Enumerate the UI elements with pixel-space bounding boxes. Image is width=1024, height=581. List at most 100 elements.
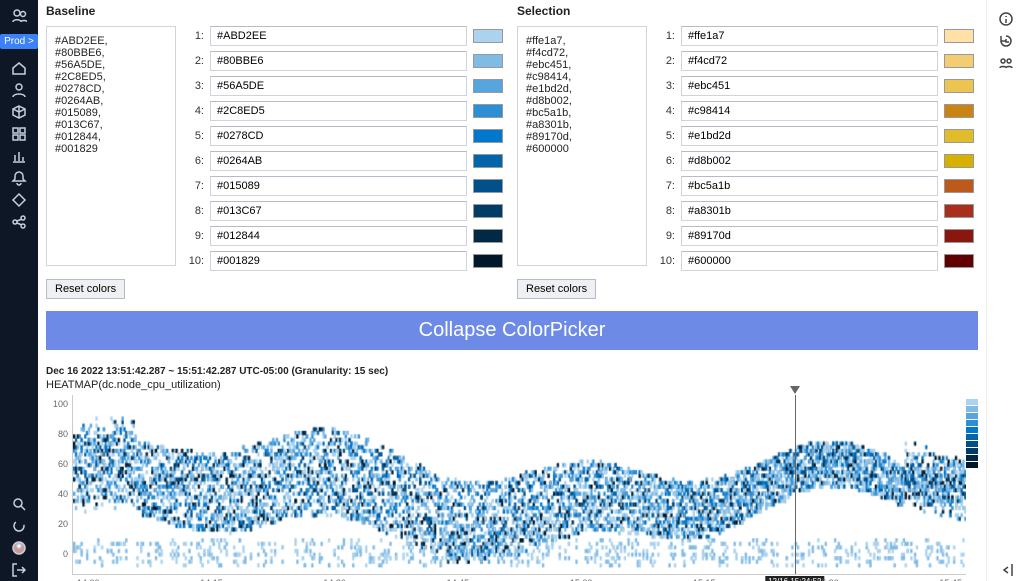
selection-text-list[interactable]: #ffe1a7, #f4cd72, #ebc451, #c98414, #e1b… [517, 26, 647, 266]
selection-color-swatch-3[interactable] [944, 79, 974, 93]
color-row-index: 9: [186, 230, 204, 242]
baseline-text-list[interactable]: #ABD2EE, #80BBE6, #56A5DE, #2C8ED5, #027… [46, 26, 176, 266]
selection-color-swatch-8[interactable] [944, 204, 974, 218]
baseline-color-swatch-6[interactable] [473, 154, 503, 168]
heatmap-canvas [73, 395, 966, 574]
users-icon[interactable] [995, 52, 1017, 74]
selection-color-row: 3: [657, 76, 978, 96]
selection-color-input-6[interactable] [681, 151, 938, 171]
selection-color-input-9[interactable] [681, 226, 938, 246]
heatmap-chart[interactable]: 100806040200 12/16 15:24:52 14:0014:1514… [46, 395, 978, 575]
color-row-index: 2: [657, 55, 675, 67]
chart-title: HEATMAP(dc.node_cpu_utilization) [46, 379, 978, 391]
home-icon[interactable] [8, 57, 30, 79]
heatmap-legend [966, 395, 978, 575]
baseline-color-swatch-10[interactable] [473, 254, 503, 268]
selection-color-row: 2: [657, 51, 978, 71]
collapse-right-icon[interactable] [995, 559, 1017, 581]
selection-color-input-4[interactable] [681, 101, 938, 121]
selection-color-swatch-5[interactable] [944, 129, 974, 143]
baseline-color-row: 3: [186, 76, 507, 96]
diamond-icon[interactable] [8, 189, 30, 211]
color-row-index: 6: [657, 155, 675, 167]
selection-color-swatch-9[interactable] [944, 229, 974, 243]
info-icon[interactable] [995, 8, 1017, 30]
selection-color-input-8[interactable] [681, 201, 938, 221]
baseline-color-row: 2: [186, 51, 507, 71]
chart-cursor[interactable] [795, 395, 796, 574]
selection-color-row: 7: [657, 176, 978, 196]
user-icon[interactable] [8, 79, 30, 101]
selection-color-swatch-2[interactable] [944, 54, 974, 68]
selection-color-swatch-1[interactable] [944, 29, 974, 43]
color-row-index: 10: [186, 255, 204, 267]
selection-color-row: 4: [657, 101, 978, 121]
selection-color-input-2[interactable] [681, 51, 938, 71]
baseline-color-swatch-1[interactable] [473, 29, 503, 43]
baseline-color-input-2[interactable] [210, 51, 467, 71]
selection-color-input-10[interactable] [681, 251, 938, 271]
logout-icon[interactable] [8, 559, 30, 581]
color-row-index: 4: [186, 105, 204, 117]
baseline-color-swatch-7[interactable] [473, 179, 503, 193]
reset-colors-selection-button[interactable]: Reset colors [517, 279, 596, 299]
color-row-index: 3: [657, 80, 675, 92]
baseline-color-input-5[interactable] [210, 126, 467, 146]
color-row-index: 4: [657, 105, 675, 117]
selection-color-row: 1: [657, 26, 978, 46]
color-row-index: 10: [657, 255, 675, 267]
chart-icon[interactable] [8, 145, 30, 167]
baseline-color-swatch-5[interactable] [473, 129, 503, 143]
baseline-color-swatch-8[interactable] [473, 204, 503, 218]
env-badge[interactable]: Prod > [0, 34, 38, 49]
baseline-color-input-8[interactable] [210, 201, 467, 221]
baseline-column: Baseline #ABD2EE, #80BBE6, #56A5DE, #2C8… [46, 0, 507, 299]
spinner-icon[interactable] [8, 515, 30, 537]
team-icon[interactable] [8, 4, 30, 26]
baseline-color-swatch-3[interactable] [473, 79, 503, 93]
bell-icon[interactable] [8, 167, 30, 189]
share-icon[interactable] [8, 211, 30, 233]
selection-color-input-1[interactable] [681, 26, 938, 46]
color-row-index: 7: [657, 180, 675, 192]
baseline-color-row: 7: [186, 176, 507, 196]
baseline-color-swatch-2[interactable] [473, 54, 503, 68]
color-row-index: 1: [657, 30, 675, 42]
selection-color-swatch-7[interactable] [944, 179, 974, 193]
color-row-index: 1: [186, 30, 204, 42]
selection-color-row: 10: [657, 251, 978, 271]
baseline-color-row: 4: [186, 101, 507, 121]
cube-icon[interactable] [8, 101, 30, 123]
color-row-index: 3: [186, 80, 204, 92]
baseline-color-input-9[interactable] [210, 226, 467, 246]
cursor-handle-icon[interactable] [789, 385, 801, 395]
grid-icon[interactable] [8, 123, 30, 145]
history-icon[interactable] [995, 30, 1017, 52]
right-sidebar [986, 0, 1024, 581]
baseline-color-input-4[interactable] [210, 101, 467, 121]
search-icon[interactable] [8, 493, 30, 515]
baseline-color-swatch-4[interactable] [473, 104, 503, 118]
baseline-color-swatch-9[interactable] [473, 229, 503, 243]
avatar-icon[interactable] [8, 537, 30, 559]
selection-color-input-7[interactable] [681, 176, 938, 196]
y-axis: 100806040200 [46, 395, 72, 575]
selection-color-input-3[interactable] [681, 76, 938, 96]
baseline-color-row: 1: [186, 26, 507, 46]
baseline-color-input-7[interactable] [210, 176, 467, 196]
selection-color-row: 8: [657, 201, 978, 221]
selection-color-swatch-10[interactable] [944, 254, 974, 268]
selection-color-swatch-4[interactable] [944, 104, 974, 118]
color-row-index: 5: [657, 130, 675, 142]
selection-color-swatch-6[interactable] [944, 154, 974, 168]
baseline-color-input-10[interactable] [210, 251, 467, 271]
baseline-color-input-1[interactable] [210, 26, 467, 46]
color-row-index: 8: [657, 205, 675, 217]
selection-color-input-5[interactable] [681, 126, 938, 146]
baseline-color-input-3[interactable] [210, 76, 467, 96]
collapse-colorpicker-button[interactable]: Collapse ColorPicker [46, 311, 978, 350]
baseline-color-row: 9: [186, 226, 507, 246]
reset-colors-baseline-button[interactable]: Reset colors [46, 279, 125, 299]
selection-color-row: 9: [657, 226, 978, 246]
baseline-color-input-6[interactable] [210, 151, 467, 171]
